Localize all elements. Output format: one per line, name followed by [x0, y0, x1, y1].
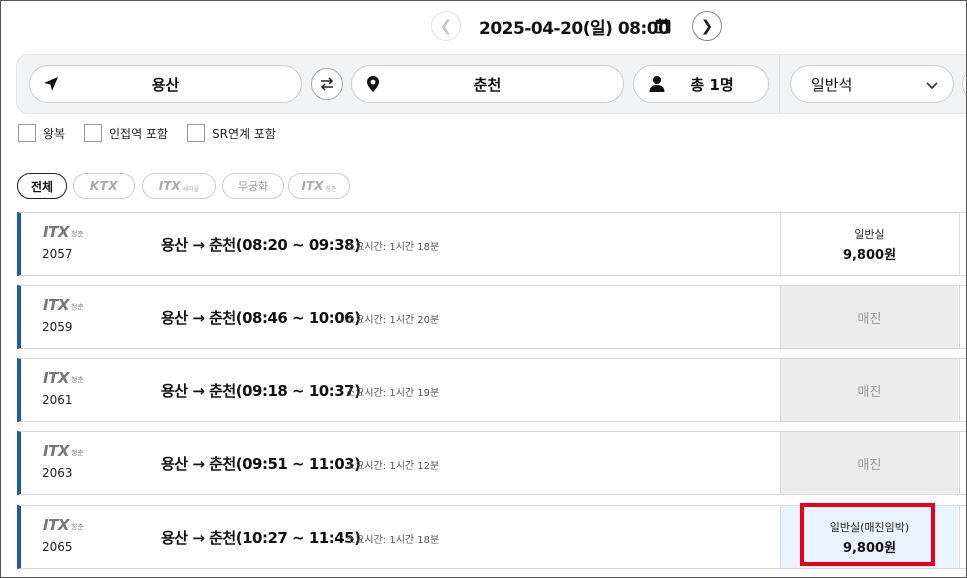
- itx-cheongchun-logo: ITX청춘: [43, 516, 84, 534]
- sold-out-label: 매진: [858, 308, 882, 327]
- standard-seat-option[interactable]: 일반실 9,800원: [780, 213, 958, 275]
- itx-cheongchun-logo: ITX청춘: [43, 442, 84, 460]
- travel-duration: 소요시간: 1시간 19분: [346, 384, 439, 399]
- itx-logo: ITX: [159, 179, 181, 193]
- location-arrow-icon: [42, 75, 60, 93]
- round-trip-label: 왕복: [43, 125, 65, 142]
- travel-duration: 소요시간: 1시간 18분: [346, 238, 439, 253]
- route-and-time: 용산 → 춘천(08:46 ~ 10:06): [161, 307, 360, 328]
- prev-date-button[interactable]: ❮: [431, 11, 461, 41]
- filter-itx-cheongchun[interactable]: ITX 청춘: [288, 173, 350, 199]
- travel-duration: 소요시간: 1시간 20분: [346, 311, 439, 326]
- seat-class-label: 일반실: [854, 226, 884, 242]
- sr-connection-label: SR연계 포함: [212, 125, 276, 142]
- search-bar: 용산 춘천 총 1명 일반석: [16, 54, 967, 114]
- route-and-time: 용산 → 춘천(10:27 ~ 11:45): [161, 527, 360, 548]
- round-trip-checkbox[interactable]: 왕복: [18, 124, 65, 142]
- route-and-time: 용산 → 춘천(08:20 ~ 09:38): [161, 234, 360, 255]
- itx-cheongchun-logo: ITX청춘: [43, 223, 84, 241]
- seat-price: 9,800원: [843, 244, 896, 263]
- train-number: 2063: [42, 466, 73, 480]
- itx-cheongchun-sublabel: 청춘: [325, 184, 336, 193]
- departure-station-field[interactable]: 용산: [29, 65, 302, 103]
- seat-class-value: 일반석: [811, 74, 852, 95]
- passenger-count-field[interactable]: 총 1명: [633, 65, 769, 103]
- chevron-down-icon: [925, 78, 939, 92]
- train-number: 2057: [42, 247, 73, 261]
- swap-icon: [319, 76, 335, 92]
- checkbox-box[interactable]: [187, 124, 205, 142]
- filter-mugunghwa[interactable]: 무궁화: [222, 173, 284, 199]
- swap-stations-button[interactable]: [311, 68, 343, 100]
- train-number: 2061: [42, 393, 73, 407]
- nearby-stations-checkbox[interactable]: 인접역 포함: [84, 124, 168, 142]
- selected-date: 2025-04-20(일) 08:00: [479, 14, 669, 39]
- calendar-icon[interactable]: [655, 18, 671, 34]
- route-and-time: 용산 → 춘천(09:51 ~ 11:03): [161, 453, 360, 474]
- divider: [959, 359, 960, 421]
- sold-out-seat-option: 매진: [780, 359, 958, 421]
- passenger-count: 총 1명: [668, 74, 733, 95]
- itx-cheongchun-logo: ITX청춘: [43, 369, 84, 387]
- nearby-stations-label: 인접역 포함: [109, 125, 168, 142]
- sold-out-label: 매진: [858, 454, 882, 473]
- date-bar: ❮ 2025-04-20(일) 08:00 ❯: [0, 10, 967, 44]
- seat-class-select[interactable]: 일반석: [790, 65, 954, 103]
- chevron-left-icon: ❮: [440, 17, 453, 35]
- filter-all[interactable]: 전체: [17, 173, 67, 199]
- sold-out-seat-option: 매진: [780, 432, 958, 494]
- checkbox-box[interactable]: [18, 124, 36, 142]
- itx-saemaeul-sublabel: 새마을: [183, 184, 200, 193]
- sr-connection-checkbox[interactable]: SR연계 포함: [187, 124, 276, 142]
- divider: [779, 55, 780, 113]
- filter-ktx[interactable]: KTX: [73, 173, 135, 199]
- train-number: 2059: [42, 320, 73, 334]
- sold-out-seat-option: 매진: [780, 286, 958, 348]
- itx-cheongchun-logo: ITX청춘: [43, 296, 84, 314]
- route-and-time: 용산 → 춘천(09:18 ~ 10:37): [161, 380, 360, 401]
- travel-duration: 소요시간: 1시간 18분: [346, 531, 439, 546]
- train-number: 2065: [42, 540, 73, 554]
- divider: [959, 432, 960, 494]
- divider: [959, 506, 960, 568]
- ktx-logo: KTX: [90, 179, 118, 193]
- travel-duration: 소요시간: 1시간 12분: [346, 457, 439, 472]
- itx-logo: ITX: [302, 179, 324, 193]
- map-pin-icon: [364, 75, 382, 93]
- divider: [959, 286, 960, 348]
- highlight-box: [800, 503, 935, 566]
- train-row[interactable]: ITX청춘 2057 용산 → 춘천(08:20 ~ 09:38) 소요시간: …: [17, 212, 967, 276]
- divider: [959, 213, 960, 275]
- chevron-right-icon: ❯: [701, 17, 714, 35]
- departure-station: 용산: [152, 74, 180, 95]
- checkbox-box[interactable]: [84, 124, 102, 142]
- arrival-station-field[interactable]: 춘천: [351, 65, 624, 103]
- filter-itx-saemaeul[interactable]: ITX 새마을: [142, 173, 216, 199]
- sold-out-label: 매진: [858, 381, 882, 400]
- next-date-button[interactable]: ❯: [692, 11, 722, 41]
- more-options-button[interactable]: [962, 65, 967, 103]
- train-row[interactable]: ITX청춘 2061 용산 → 춘천(09:18 ~ 10:37) 소요시간: …: [17, 358, 967, 422]
- arrival-station: 춘천: [474, 74, 502, 95]
- train-row[interactable]: ITX청춘 2063 용산 → 춘천(09:51 ~ 11:03) 소요시간: …: [17, 431, 967, 495]
- train-row[interactable]: ITX청춘 2059 용산 → 춘천(08:46 ~ 10:06) 소요시간: …: [17, 285, 967, 349]
- person-icon: [648, 75, 666, 93]
